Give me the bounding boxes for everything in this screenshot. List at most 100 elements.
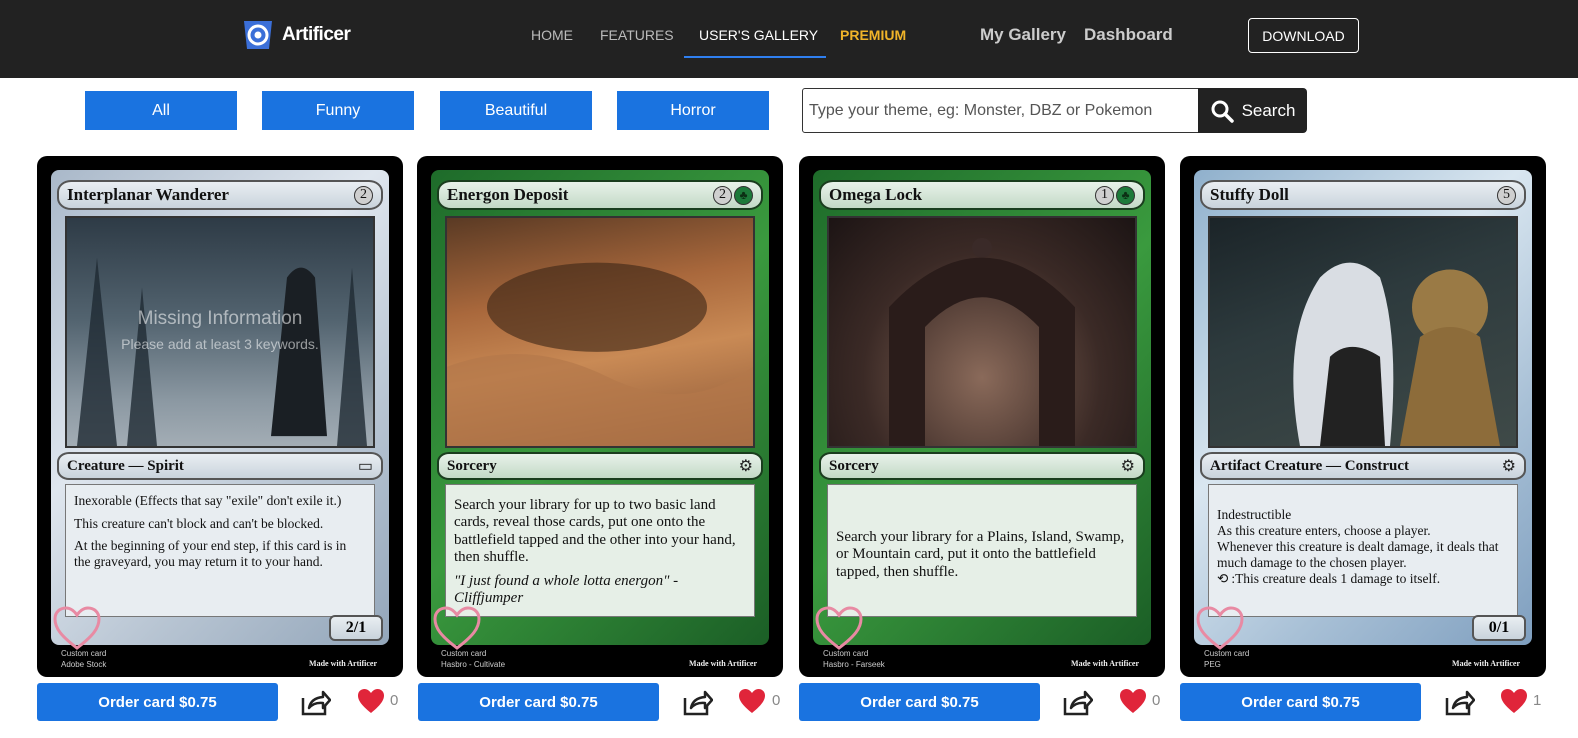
card-frame: Omega Lock 1 ♣ Sorcery ⚙ Search your lib… [813,170,1151,645]
flavor-text: "I just found a whole lotta energon" - C… [454,573,679,607]
like-count: 0 [390,692,399,709]
card-credit-source: PEG [1204,659,1221,669]
card-type: Creature — Spirit [67,457,184,474]
card-tile[interactable]: Energon Deposit 2 ♣ Sorcery ⚙ Search you… [417,156,783,677]
share-icon[interactable] [681,686,713,718]
missing-info-overlay: Missing Information Please add at least … [67,210,373,450]
rules-line: At the beginning of your end step, if th… [74,538,347,569]
card-title: Stuffy Doll [1210,185,1289,204]
card-title-bar: Stuffy Doll 5 [1200,180,1526,210]
card-rules-text: Search your library for up to two basic … [445,484,755,617]
card-type-bar: Creature — Spirit ▭ [57,452,383,480]
made-with-label: Made with Artificer [689,659,757,668]
share-icon[interactable] [1061,686,1093,718]
filter-beautiful-button[interactable]: Beautiful [440,91,592,130]
order-card-button[interactable]: Order card $0.75 [418,683,659,721]
like-heart-icon[interactable] [738,688,766,714]
card-tile[interactable]: Stuffy Doll 5 Artifact Creature — Constr… [1180,156,1546,677]
card-title: Interplanar Wanderer [67,185,229,204]
rules-line: Indestructible [1217,507,1292,522]
logo-text: Artificer [282,24,351,45]
mana-symbol: 1 [1095,185,1114,205]
card-type: Sorcery [829,457,879,474]
overlay-title: Missing Information [137,308,303,329]
top-navbar: Artificer HOME FEATURES USER'S GALLERY P… [0,0,1578,78]
card-frame: Energon Deposit 2 ♣ Sorcery ⚙ Search you… [431,170,769,645]
search-button-label: Search [1241,100,1296,120]
card-title-bar: Omega Lock 1 ♣ [819,180,1145,210]
share-icon[interactable] [299,686,331,718]
rules-line: Search your library for a Plains, Island… [836,529,1125,580]
download-button[interactable]: DOWNLOAD [1248,18,1359,53]
share-icon[interactable] [1443,686,1475,718]
card-frame: Interplanar Wanderer 2 Missing Informati… [51,170,389,645]
favorite-heart-icon[interactable] [51,604,103,652]
card-rules-text: Search your library for a Plains, Island… [827,484,1137,617]
card-title-bar: Interplanar Wanderer 2 [57,180,383,210]
rules-line: Inexorable (Effects that say "exile" don… [74,493,342,508]
card-rules-text: Inexorable (Effects that say "exile" don… [65,484,375,617]
card-type-bar: Sorcery ⚙ [819,452,1145,480]
filter-horror-button[interactable]: Horror [617,91,769,130]
logo[interactable]: Artificer [240,17,351,53]
nav-my-gallery[interactable]: My Gallery [980,25,1066,45]
favorite-heart-icon[interactable] [431,604,483,652]
order-card-button[interactable]: Order card $0.75 [799,683,1040,721]
card-type: Sorcery [447,457,497,474]
rules-line: This creature can't block and can't be b… [74,515,324,531]
card-frame: Stuffy Doll 5 Artifact Creature — Constr… [1194,170,1532,645]
card-title: Omega Lock [829,185,923,204]
like-count: 1 [1533,692,1542,709]
made-with-label: Made with Artificer [1071,659,1139,668]
card-tile[interactable]: Interplanar Wanderer 2 Missing Informati… [37,156,403,677]
card-credit-source: Hasbro - Cultivate [441,659,506,669]
card-credit: Custom card Adobe Stock [61,649,106,670]
power-toughness: 2/1 [329,615,383,641]
rules-line: Whenever this creature is dealt damage, … [1217,538,1499,570]
set-symbol-icon: ▭ [357,458,373,475]
green-mana-icon: ♣ [1116,185,1135,205]
nav-home[interactable]: HOME [531,27,573,43]
order-card-button[interactable]: Order card $0.75 [1180,683,1421,721]
set-symbol-icon: ⚙ [738,458,753,475]
card-rules-text: Indestructible As this creature enters, … [1208,484,1518,617]
search-icon [1211,100,1234,123]
card-art [827,216,1137,448]
card-title: Energon Deposit [447,185,569,204]
active-tab-underline [684,56,826,58]
mana-symbol: 5 [1497,185,1516,205]
gear-icon: ⚙ [1501,458,1516,475]
rules-line-ability: ⟲ :This creature deals 1 damage to itsel… [1217,571,1509,587]
card-title-bar: Energon Deposit 2 ♣ [437,180,763,210]
card-tile[interactable]: Omega Lock 1 ♣ Sorcery ⚙ Search your lib… [799,156,1165,677]
mana-cost: 5 [1497,185,1516,205]
tap-symbol-icon: ⟲ [1217,570,1229,586]
nav-dashboard[interactable]: Dashboard [1084,25,1173,45]
filter-all-button[interactable]: All [85,91,237,130]
made-with-label: Made with Artificer [309,659,377,668]
like-heart-icon[interactable] [1500,688,1528,714]
card-art [445,216,755,448]
favorite-heart-icon[interactable] [1194,604,1246,652]
like-heart-icon[interactable] [357,688,385,714]
power-toughness: 0/1 [1472,615,1526,641]
filter-funny-button[interactable]: Funny [262,91,414,130]
made-with-label: Made with Artificer [1452,659,1520,668]
search-input[interactable]: Type your theme, eg: Monster, DBZ or Pok… [802,88,1199,133]
card-credit-source: Hasbro - Farseek [823,659,885,669]
rules-line: :This creature deals 1 damage to itself. [1231,570,1441,586]
card-type-bar: Sorcery ⚙ [437,452,763,480]
nav-features[interactable]: FEATURES [600,27,674,43]
mana-symbol: 2 [713,185,732,205]
nav-users-gallery[interactable]: USER'S GALLERY [699,27,818,43]
set-symbol-icon: ⚙ [1120,458,1135,475]
rules-line: Search your library for up to two basic … [454,497,736,565]
search-button[interactable]: Search [1198,88,1307,133]
card-type-bar: Artifact Creature — Construct ⚙ [1200,452,1526,480]
order-card-button[interactable]: Order card $0.75 [37,683,278,721]
nav-premium[interactable]: PREMIUM [840,27,906,43]
overlay-subtitle: Please add at least 3 keywords. [121,336,319,352]
like-heart-icon[interactable] [1119,688,1147,714]
favorite-heart-icon[interactable] [813,604,865,652]
rules-line: As this creature enters, choose a player… [1217,522,1431,538]
